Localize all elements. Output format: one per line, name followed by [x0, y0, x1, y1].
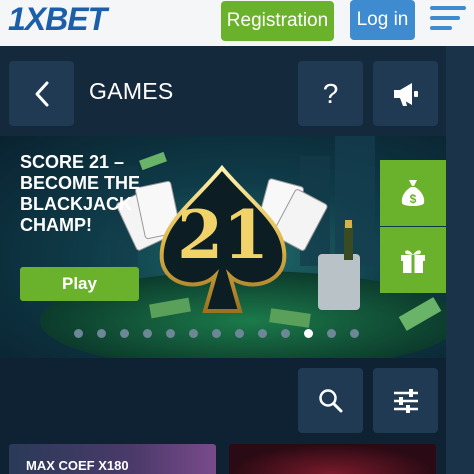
- money-bag-icon: $: [401, 180, 425, 206]
- filter-button[interactable]: [373, 368, 438, 433]
- carousel-dot[interactable]: [166, 329, 175, 338]
- chevron-left-icon: [35, 81, 48, 106]
- carousel-dot[interactable]: [304, 329, 313, 338]
- carousel-dots: [74, 329, 359, 339]
- scroll-strip: [446, 46, 474, 474]
- carousel-dot[interactable]: [258, 329, 267, 338]
- carousel-dot[interactable]: [235, 329, 244, 338]
- page-title: GAMES: [89, 78, 174, 104]
- carousel-dot[interactable]: [327, 329, 336, 338]
- carousel-dot[interactable]: [120, 329, 129, 338]
- bonus-tab[interactable]: $: [380, 160, 446, 226]
- search-button[interactable]: [298, 368, 363, 433]
- search-icon: [318, 388, 342, 412]
- promo-title: SCORE 21 – BECOME THE BLACKJACK CHAMP!: [20, 152, 141, 235]
- carousel-dot[interactable]: [143, 329, 152, 338]
- svg-text:$: $: [410, 192, 417, 206]
- gift-icon: [401, 250, 425, 273]
- game-card-label: MAX COEF X180: [26, 458, 129, 473]
- menu-icon[interactable]: [430, 4, 466, 34]
- carousel-dot[interactable]: [189, 329, 198, 338]
- sliders-icon: [393, 388, 418, 413]
- game-card[interactable]: [229, 444, 436, 474]
- carousel-dot[interactable]: [97, 329, 106, 338]
- help-button[interactable]: ?: [298, 61, 363, 126]
- brand-logo[interactable]: 1XBET: [8, 1, 107, 38]
- carousel-dot[interactable]: [212, 329, 221, 338]
- megaphone-icon: [393, 82, 418, 106]
- gift-tab[interactable]: [380, 227, 446, 293]
- play-button[interactable]: Play: [20, 267, 139, 301]
- login-button[interactable]: Log in: [350, 0, 415, 40]
- carousel-dot[interactable]: [281, 329, 290, 338]
- center-number: 21: [177, 196, 269, 274]
- top-header: 1XBET Registration Log in: [0, 0, 474, 46]
- carousel-dot[interactable]: [350, 329, 359, 338]
- game-card[interactable]: MAX COEF X180: [9, 444, 216, 474]
- announcements-button[interactable]: [373, 61, 438, 126]
- carousel-dot[interactable]: [74, 329, 83, 338]
- back-button[interactable]: [9, 61, 74, 126]
- registration-button[interactable]: Registration: [221, 1, 334, 41]
- help-icon: ?: [322, 77, 339, 109]
